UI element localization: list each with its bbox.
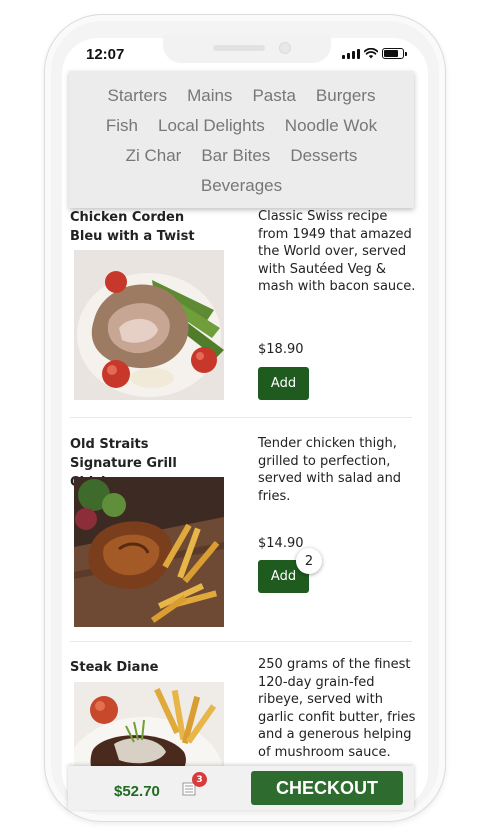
checkout-button[interactable]: CHECKOUT xyxy=(251,771,403,805)
item-name: Steak Diane xyxy=(70,660,159,675)
item-price: $14.90 xyxy=(258,536,304,551)
wifi-icon xyxy=(364,48,378,59)
item-price: $18.90 xyxy=(258,342,304,357)
category-bar-bites[interactable]: Bar Bites xyxy=(201,141,270,171)
category-fish[interactable]: Fish xyxy=(106,111,138,141)
menu-item: Chicken Corden Bleu with a Twist Classic… xyxy=(70,208,415,418)
category-pasta[interactable]: Pasta xyxy=(252,81,295,111)
category-burgers[interactable]: Burgers xyxy=(316,81,376,111)
status-time: 12:07 xyxy=(86,46,125,63)
cart-count-badge: 3 xyxy=(192,772,207,787)
status-icons xyxy=(342,48,407,59)
item-description: Classic Swiss recipe from 1949 that amaz… xyxy=(258,209,416,294)
category-beverages[interactable]: Beverages xyxy=(201,171,282,201)
item-name: Chicken Corden Bleu with a Twist xyxy=(70,210,195,244)
item-photo-grill-chicken xyxy=(74,477,224,627)
front-camera xyxy=(279,42,291,54)
menu-item: Old Straits Signature Grill Chicken T xyxy=(70,418,412,642)
battery-icon xyxy=(382,48,407,59)
item-photo-chicken-cordon-bleu xyxy=(74,250,224,400)
speaker-grille xyxy=(213,45,265,51)
category-menu: Starters Mains Pasta Burgers Fish Local … xyxy=(69,71,414,208)
item-description: Tender chicken thigh, grilled to perfect… xyxy=(258,436,402,504)
category-desserts[interactable]: Desserts xyxy=(290,141,357,171)
category-local-delights[interactable]: Local Delights xyxy=(158,111,265,141)
item-description: 250 grams of the finest 120-day grain-fe… xyxy=(258,657,416,760)
add-button[interactable]: Add xyxy=(258,367,309,400)
category-mains[interactable]: Mains xyxy=(187,81,232,111)
signal-icon xyxy=(342,49,360,59)
menu-list: Chicken Corden Bleu with a Twist Classic… xyxy=(70,208,415,792)
phone-notch xyxy=(163,35,331,63)
cart-total: $52.70 xyxy=(114,783,160,800)
category-noodle-wok[interactable]: Noodle Wok xyxy=(285,111,377,141)
category-starters[interactable]: Starters xyxy=(108,81,168,111)
cart-bar: $52.70 3 CHECKOUT xyxy=(68,766,414,810)
category-zi-char[interactable]: Zi Char xyxy=(126,141,182,171)
quantity-badge: 2 xyxy=(296,548,322,574)
